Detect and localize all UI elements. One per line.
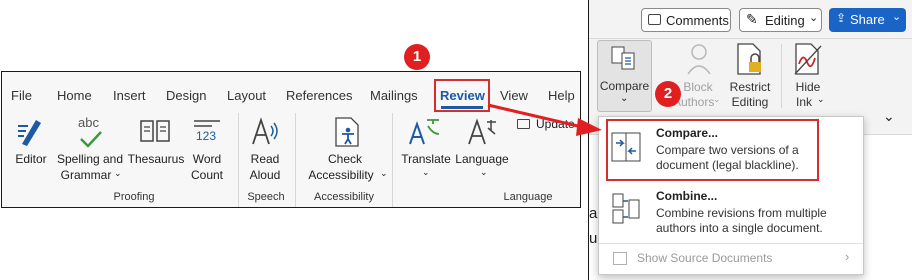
tab-file[interactable]: File: [11, 88, 32, 103]
tab-layout[interactable]: Layout: [227, 88, 266, 103]
menu-item-compare[interactable]: Compare... Compare two versions of a doc…: [607, 120, 818, 180]
step-2-badge: 2: [655, 81, 681, 107]
restrict-editing-icon: [737, 43, 761, 75]
combine-icon: [612, 193, 640, 224]
tab-home[interactable]: Home: [57, 88, 92, 103]
language-button[interactable]: Language: [454, 152, 510, 167]
group-label-proofing: Proofing: [113, 191, 155, 203]
combine-menu-desc-2: authors into a single document.: [656, 221, 823, 235]
restrict-editing-line2[interactable]: Editing: [723, 95, 777, 110]
comments-label: Comments: [666, 13, 729, 28]
group-label-accessibility: Accessibility: [314, 191, 374, 203]
spelling-grammar-line2[interactable]: Grammar: [55, 168, 117, 183]
chevron-down-icon: ⌄: [422, 167, 430, 177]
editor-icon: [18, 120, 41, 146]
tab-mailings[interactable]: Mailings: [370, 88, 418, 103]
word-count-digits: 123: [196, 129, 217, 143]
hide-ink-line2[interactable]: Ink: [787, 95, 821, 110]
compare-menu-title: Compare...: [656, 126, 719, 140]
combine-menu-desc-1: Combine revisions from multiple: [656, 206, 827, 220]
word-count-line1[interactable]: Word: [186, 152, 228, 167]
hide-ink-line1[interactable]: Hide: [787, 80, 829, 95]
read-aloud-icon: [252, 117, 278, 145]
share-icon: ⇪: [836, 11, 847, 25]
group-divider: [392, 113, 393, 207]
group-divider: [295, 113, 296, 207]
check-accessibility-line2[interactable]: Accessibility: [300, 168, 382, 183]
chevron-down-icon: ⌄: [817, 94, 825, 104]
active-tab-indicator: [441, 106, 483, 109]
tab-insert[interactable]: Insert: [113, 88, 146, 103]
comments-button[interactable]: Comments: [641, 8, 731, 32]
step-1-badge: 1: [404, 44, 430, 70]
chevron-right-icon: ›: [845, 249, 850, 264]
chevron-down-icon: ⌄: [480, 167, 488, 177]
chevron-down-icon: ⌄: [809, 12, 819, 24]
compare-menu-desc-2: document (legal blackline).: [656, 158, 799, 172]
block-authors-icon: [687, 44, 711, 75]
source-documents-icon: [613, 252, 627, 265]
compare-menu-desc-1: Compare two versions of a: [656, 143, 799, 157]
chevron-down-icon: ⌄: [620, 93, 629, 104]
compare-label: Compare: [599, 79, 650, 93]
editing-mode-button[interactable]: ✎ Editing ⌄: [739, 8, 822, 32]
compare-icon: [611, 46, 635, 70]
chevron-down-icon: ⌄: [713, 94, 721, 104]
tab-design[interactable]: Design: [166, 88, 206, 103]
comment-icon: [648, 14, 661, 25]
tab-references[interactable]: References: [286, 88, 352, 103]
spelling-grammar-line1[interactable]: Spelling and: [55, 152, 125, 167]
menu-item-combine[interactable]: Combine... Combine revisions from multip…: [607, 183, 857, 239]
chevron-down-icon: ⌄: [380, 168, 388, 178]
accessibility-icon: [335, 117, 359, 147]
thesaurus-icon: [140, 120, 170, 142]
group-label-speech: Speech: [247, 191, 285, 203]
word-count-line2[interactable]: Count: [186, 168, 228, 183]
compare-dropdown-menu: Compare... Compare two versions of a doc…: [598, 116, 864, 275]
editing-label: Editing: [765, 13, 805, 28]
editor-button[interactable]: Editor: [6, 152, 56, 167]
read-aloud-line2[interactable]: Aloud: [242, 168, 288, 183]
group-label-language: Language: [503, 191, 553, 203]
translate-button[interactable]: Translate: [400, 152, 452, 167]
collapse-ribbon-chevron-icon[interactable]: ⌄: [883, 108, 895, 125]
share-label: Share: [850, 12, 885, 27]
translate-icon: [409, 119, 440, 145]
chevron-down-icon: ⌄: [114, 168, 122, 178]
chevron-down-icon: ⌄: [892, 11, 902, 23]
check-accessibility-line1[interactable]: Check: [301, 152, 389, 167]
show-source-label: Show Source Documents: [637, 251, 773, 265]
compare-versions-icon: [611, 132, 641, 162]
thesaurus-button[interactable]: Thesaurus: [126, 152, 186, 167]
abc-icon-text: abc: [78, 115, 99, 130]
spelling-check-icon: [80, 131, 102, 148]
annotation-arrow: [487, 103, 602, 136]
menu-item-show-source-documents[interactable]: Show Source Documents ›: [607, 247, 857, 271]
share-button[interactable]: ⇪ Share ⌄: [829, 8, 906, 32]
group-divider: [238, 113, 239, 207]
read-aloud-line1[interactable]: Read: [242, 152, 288, 167]
tab-review[interactable]: Review: [440, 88, 485, 103]
combine-menu-title: Combine...: [656, 189, 718, 203]
pencil-icon: ✎: [746, 11, 758, 27]
hide-ink-icon: [794, 43, 822, 75]
restrict-editing-line1[interactable]: Restrict: [723, 80, 777, 95]
